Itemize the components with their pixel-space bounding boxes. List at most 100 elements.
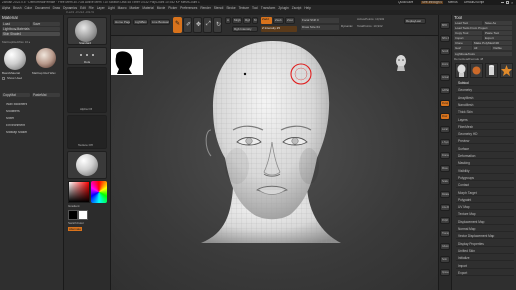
- rgb-button[interactable]: Rgb: [243, 17, 251, 24]
- z-intensity-slider[interactable]: Z Intensity 25: [261, 26, 297, 32]
- tool-menu-vector-displacement-map[interactable]: Vector Displacement Map: [456, 234, 514, 240]
- brush-selector[interactable]: Standard: [67, 17, 107, 45]
- material-save-button[interactable]: Save: [32, 22, 60, 26]
- draw-size-slider[interactable]: Draw Size 64: [301, 25, 339, 30]
- shelf-button-scroll[interactable]: Scroll: [440, 48, 450, 55]
- shelf-button-line-fill[interactable]: Line Fill: [440, 204, 450, 211]
- section-matcap-maker[interactable]: Matcap Maker: [6, 131, 27, 134]
- shelf-button-polyf[interactable]: PolyF: [440, 217, 450, 224]
- live-boolean-button[interactable]: Live Boolean: [150, 19, 170, 25]
- zadd-button[interactable]: Zadd: [261, 17, 272, 24]
- lightbox-tools-button[interactable]: Lightbox▸Tools: [454, 52, 512, 56]
- focal-shift-slider[interactable]: Focal Shift 0: [301, 18, 339, 23]
- canvas-viewport[interactable]: [111, 36, 438, 290]
- main-color-swatch[interactable]: [68, 210, 78, 220]
- head-sculpt-model[interactable]: [171, 38, 371, 288]
- tool-menu-texture-map[interactable]: Texture Map: [456, 212, 514, 218]
- shelf-button-xpose[interactable]: Xpose: [440, 269, 450, 276]
- minimize-icon[interactable]: [501, 2, 504, 3]
- quicksave-button[interactable]: QuickSave: [398, 1, 413, 4]
- tool-menu-surface[interactable]: Surface: [456, 147, 514, 152]
- material-header[interactable]: Material: [2, 16, 18, 20]
- shelf-button-zoom[interactable]: Zoom: [440, 61, 450, 68]
- shelf-button-frame[interactable]: Frame: [440, 152, 450, 159]
- shelf-button-persp[interactable]: Persp: [440, 100, 450, 107]
- dynamic-button[interactable]: Dynamic: [341, 25, 353, 28]
- tool-menu-thick-skin[interactable]: Thick Skin: [456, 110, 514, 116]
- tool-menu-export[interactable]: Export: [456, 271, 514, 276]
- lightbox-button[interactable]: LightBox: [133, 19, 148, 25]
- material-slider[interactable]: MatCapRedWax 16 ▸: [2, 41, 30, 44]
- tool-menu-geometry-hd[interactable]: Geometry HD: [456, 132, 514, 138]
- tool-menu-contact[interactable]: Contact: [456, 183, 514, 189]
- tool-menu-masking[interactable]: Masking: [456, 161, 514, 167]
- load-project-tools-button[interactable]: Load Tools From Project: [454, 26, 512, 30]
- make-polymesh-button[interactable]: Make PolyMesh3D: [473, 41, 512, 45]
- shelf-button-ghost[interactable]: Ghost: [440, 243, 450, 250]
- navigation-gizmo[interactable]: [394, 54, 408, 72]
- texture-selector[interactable]: Texture Off: [67, 115, 107, 149]
- tool-menu-displacement-map[interactable]: Displacement Map: [456, 220, 514, 225]
- shelf-button-rotate[interactable]: Rotate: [440, 191, 450, 198]
- tool-header[interactable]: Tool: [454, 16, 462, 20]
- tool-menu-initialize[interactable]: Initialize: [456, 256, 514, 262]
- tool-menu-layers[interactable]: Layers: [456, 118, 514, 123]
- menus-button[interactable]: Menus: [448, 1, 458, 4]
- shelf-button-solo[interactable]: Solo: [440, 256, 450, 263]
- default-zscript-button[interactable]: DefaultZScript: [464, 1, 484, 4]
- see-through-slider[interactable]: See-through 0: [421, 1, 444, 5]
- save-as-button[interactable]: Save As: [484, 21, 512, 25]
- tool-menu-subtool[interactable]: Subtool: [456, 81, 514, 86]
- switchcolor-button[interactable]: SwitchColor: [68, 222, 84, 225]
- color-picker-square[interactable]: [68, 181, 90, 203]
- edit-button[interactable]: ✎: [173, 17, 182, 33]
- tool-menu-visibility[interactable]: Visibility: [456, 169, 514, 174]
- import-button[interactable]: Import: [454, 36, 482, 40]
- tool-menu-polypaint[interactable]: Polypaint: [456, 198, 514, 203]
- tool-thumb-cylinder[interactable]: [485, 63, 498, 78]
- copymat-button[interactable]: CopyMat: [2, 93, 30, 97]
- section-wax-modifiers[interactable]: Wax Modifiers: [6, 103, 27, 106]
- draw-button[interactable]: ✐: [183, 17, 192, 33]
- tool-menu-morph-target[interactable]: Morph Target: [456, 191, 514, 196]
- move-button[interactable]: ✥: [193, 17, 202, 33]
- maximize-icon[interactable]: [506, 1, 509, 4]
- a-button[interactable]: A: [225, 17, 231, 24]
- matcap-red-wax-swatch[interactable]: [36, 48, 56, 68]
- zcut-button[interactable]: Zcut: [285, 17, 295, 24]
- shelf-button-scale[interactable]: Scale: [440, 178, 450, 185]
- pastemat-button[interactable]: PasteMat: [32, 93, 60, 97]
- tool-menu-uv-map[interactable]: UV Map: [456, 205, 514, 211]
- shelf-button-l-sym[interactable]: L.Sym: [440, 139, 450, 146]
- shelf-button-aahalf[interactable]: AAHalf: [440, 87, 450, 94]
- tool-menu-display-properties[interactable]: Display Properties: [456, 242, 514, 247]
- tool-menu-nanomesh[interactable]: NanoMesh: [456, 103, 514, 108]
- paste-tool-button[interactable]: Paste Tool: [484, 31, 512, 35]
- tool-menu-import[interactable]: Import: [456, 264, 514, 269]
- material-selector[interactable]: [67, 151, 107, 179]
- material-load-button[interactable]: Load: [2, 22, 30, 26]
- section-mixer[interactable]: Mixer: [6, 117, 14, 120]
- tool-menu-normal-map[interactable]: Normal Map: [456, 227, 514, 232]
- section-environment[interactable]: Environment: [6, 124, 25, 127]
- shelf-button-move[interactable]: Move: [440, 165, 450, 172]
- tool-menu-arraymesh[interactable]: ArrayMesh: [456, 96, 514, 101]
- goz-button[interactable]: GoZ: [454, 46, 472, 50]
- shelf-button-actual[interactable]: Actual: [440, 74, 450, 81]
- shelf-button-bpr[interactable]: BPR: [440, 22, 450, 29]
- replay-last-button[interactable]: ReplayLast: [404, 18, 426, 24]
- shelf-button-floor[interactable]: Floor: [440, 113, 450, 120]
- export-button[interactable]: Export: [484, 36, 512, 40]
- tool-menu-unified-skin[interactable]: Unified Skin: [456, 249, 514, 254]
- mrgb-button[interactable]: Mrgb: [232, 17, 242, 24]
- tool-menu-preview[interactable]: Preview: [456, 139, 514, 145]
- tool-thumb-demohead[interactable]: [455, 63, 468, 78]
- secondary-color-swatch[interactable]: [78, 210, 88, 220]
- alternate-button[interactable]: Alternate: [68, 227, 83, 231]
- show-used-checkbox[interactable]: [2, 77, 5, 80]
- shelf-button-local[interactable]: Local: [440, 126, 450, 133]
- alpha-selector[interactable]: Alpha Off: [67, 67, 107, 113]
- clone-button[interactable]: Clone: [454, 41, 472, 45]
- m-button[interactable]: M: [252, 17, 258, 24]
- tool-thumb-simplebrush[interactable]: [470, 63, 483, 78]
